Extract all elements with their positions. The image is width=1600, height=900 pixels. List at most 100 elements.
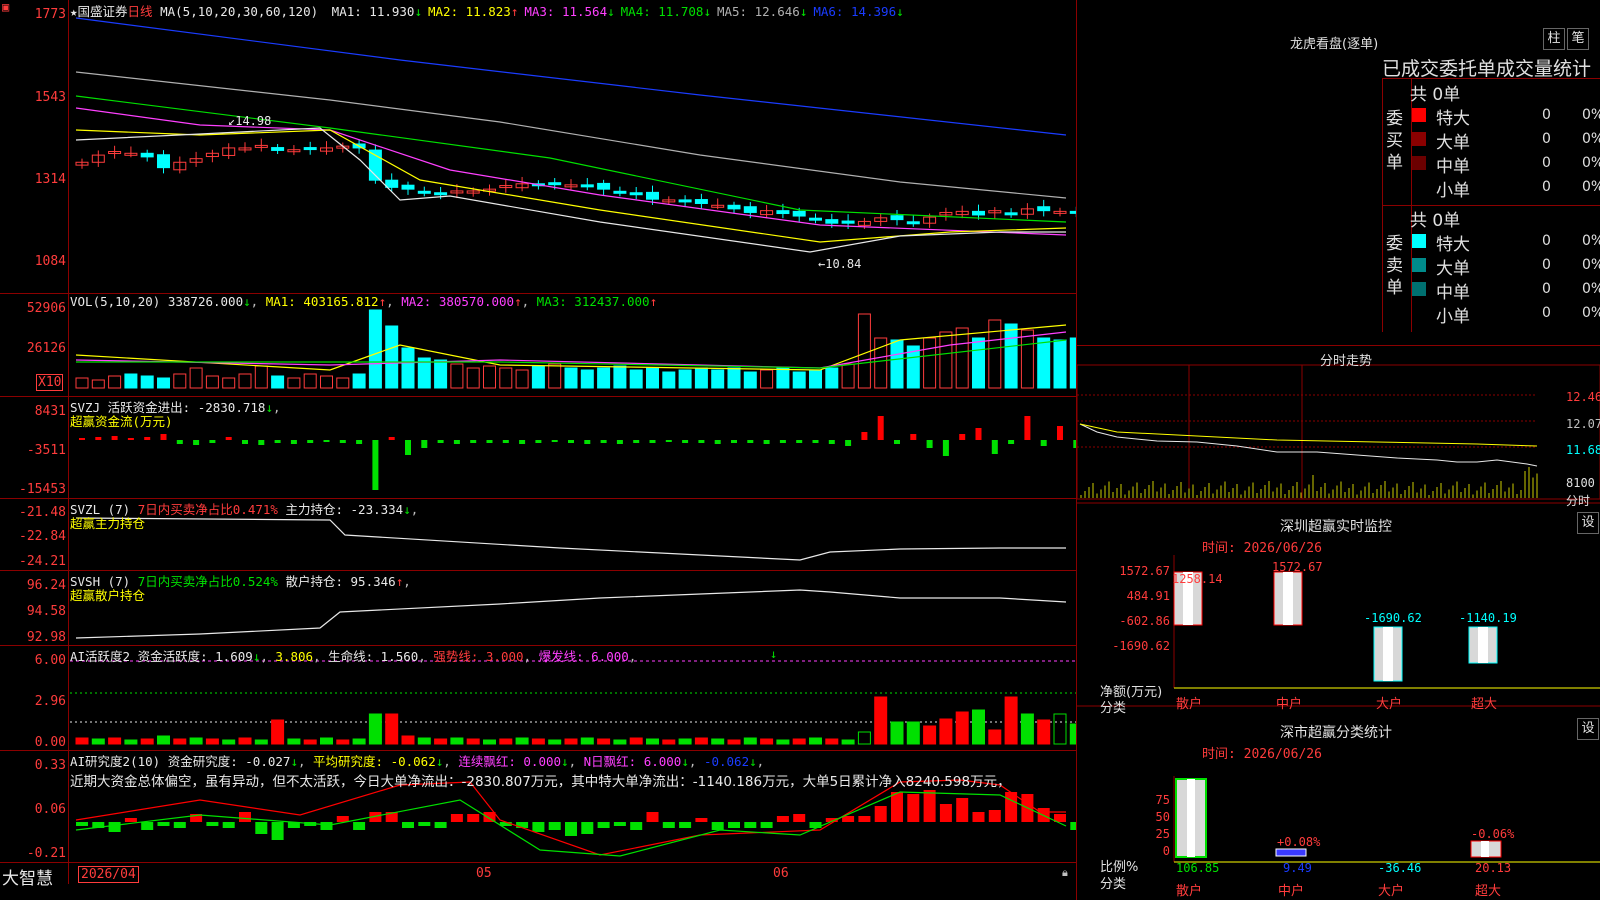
volume-bar xyxy=(776,367,790,389)
classify-settings-button[interactable]: 设 xyxy=(1577,718,1599,740)
fund-flow-bar xyxy=(209,440,216,443)
ma-legend-item: MA6: 14.396↓ xyxy=(813,4,904,19)
ma-legend-item: MA5: 12.646↓ xyxy=(716,4,808,19)
candle xyxy=(417,190,431,194)
low-price-annotation: ←10.84 xyxy=(818,257,862,271)
fund-flow-bar xyxy=(421,440,428,448)
activity-bar xyxy=(287,738,301,745)
tick-view-button[interactable]: 笔 xyxy=(1567,28,1589,50)
retail-holding-line xyxy=(75,589,1067,639)
ai1-axis-label: 6.00 xyxy=(34,653,66,668)
candle xyxy=(1004,212,1018,216)
fund-flow-bar xyxy=(584,440,591,444)
candle xyxy=(548,182,562,186)
svzj-axis-label: -15453 xyxy=(19,482,66,497)
volume-bar xyxy=(75,377,89,389)
svzj-axis-label: 8431 xyxy=(34,404,66,419)
research-bar xyxy=(467,814,480,822)
svzl-axis-label: -24.21 xyxy=(19,554,66,569)
volume-bar xyxy=(320,375,333,389)
research-bar xyxy=(108,822,121,832)
volume-bar xyxy=(1053,339,1067,389)
ai-activity-header: AI活跃度2 资金活跃度: 1.609↓, 3.806, 生命线: 1.560,… xyxy=(70,649,637,664)
fund-flow-bar xyxy=(551,440,558,442)
net-amount-value: 1572.67 xyxy=(1272,560,1323,574)
volume-bar xyxy=(499,367,513,389)
volume-bar xyxy=(303,373,317,389)
activity-bar xyxy=(417,737,431,745)
color-swatch xyxy=(1412,156,1426,170)
volume-bar xyxy=(760,369,774,389)
volume-bar xyxy=(173,373,187,389)
order-row: 小单 0 0% xyxy=(1412,302,1600,327)
activity-bar xyxy=(760,738,774,745)
order-row: 特大 0 0% xyxy=(1412,104,1600,129)
research-bar xyxy=(695,818,708,822)
order-count: 0 xyxy=(1542,305,1551,321)
candle xyxy=(1037,206,1051,212)
svzl-subtitle: 超赢主力持仓 xyxy=(70,516,146,531)
color-swatch xyxy=(1412,258,1426,272)
order-count: 0 xyxy=(1542,257,1551,273)
research-bar xyxy=(434,822,447,828)
volume-bar xyxy=(972,337,985,389)
ma-legend-item: MA4: 11.708↓ xyxy=(620,4,711,19)
intraday-frame xyxy=(1077,364,1600,500)
activity-bar xyxy=(972,709,985,745)
buy-orders-label: 委买单 xyxy=(1386,109,1403,173)
candle xyxy=(890,215,904,221)
category-label: 中户 xyxy=(1278,883,1304,899)
research-bar xyxy=(760,822,773,828)
volume-bar xyxy=(646,367,659,389)
monitor-settings-button[interactable]: 设 xyxy=(1577,512,1599,534)
fund-flow-bar xyxy=(828,440,835,444)
candle xyxy=(157,154,170,169)
research-bar xyxy=(956,798,969,822)
research-bar xyxy=(858,816,871,822)
ma-legend-item: MA3: 11.564↓ xyxy=(524,4,615,19)
activity-bar xyxy=(890,721,904,745)
order-row: 特大 0 0% xyxy=(1412,230,1600,255)
fund-flow-bar xyxy=(877,416,884,440)
date-label: 2026/04 xyxy=(78,866,139,883)
candle xyxy=(629,192,643,196)
fund-flow-bar xyxy=(388,437,395,440)
lock-icon[interactable]: 🔒︎ xyxy=(1062,866,1068,880)
intraday-vol-axis: 8100 xyxy=(1566,476,1595,490)
ai-research-header: AI研究度2(10) 资金研究度: -0.027↓, 平均研究度: -0.062… xyxy=(70,754,765,769)
volume-bar xyxy=(271,375,285,389)
research-bar xyxy=(874,806,887,822)
fund-flow-bar xyxy=(714,440,721,444)
fund-flow-bar xyxy=(600,440,607,443)
activity-bar xyxy=(1053,713,1067,745)
buy-total: 共 0单 xyxy=(1410,85,1461,105)
order-pct: 0% xyxy=(1582,233,1600,249)
category-label: 散户 xyxy=(1176,696,1202,712)
intraday-title[interactable]: 分时走势 xyxy=(1320,350,1372,369)
activity-arrow: ↓ xyxy=(770,647,777,661)
volume-bar xyxy=(287,377,301,389)
fund-flow-bar xyxy=(502,440,509,443)
candle xyxy=(972,210,985,216)
activity-bar xyxy=(662,739,676,745)
ratio-bar-shine xyxy=(1187,779,1195,857)
candle xyxy=(385,179,399,188)
fund-flow-bar xyxy=(372,440,379,490)
column-view-button[interactable]: 柱 xyxy=(1543,28,1565,50)
research-bar xyxy=(353,822,366,830)
ratio-value: -36.46 xyxy=(1378,861,1421,875)
category-label: 超大 xyxy=(1475,884,1501,899)
sell-orders-label: 委卖单 xyxy=(1386,234,1403,298)
fund-flow-bar xyxy=(111,436,118,440)
order-count: 0 xyxy=(1542,233,1551,249)
category-label: 散户 xyxy=(1176,883,1202,899)
volume-bar xyxy=(613,365,627,389)
fund-flow-bar xyxy=(339,440,346,443)
volume-bar xyxy=(108,375,122,389)
research-bar xyxy=(744,822,757,828)
net-amount-value: -1140.19 xyxy=(1459,611,1517,625)
activity-bar xyxy=(75,737,89,745)
order-type: 特大 xyxy=(1436,109,1470,129)
price-axis-label: 1773 xyxy=(34,7,66,22)
volume-bar xyxy=(352,373,366,389)
